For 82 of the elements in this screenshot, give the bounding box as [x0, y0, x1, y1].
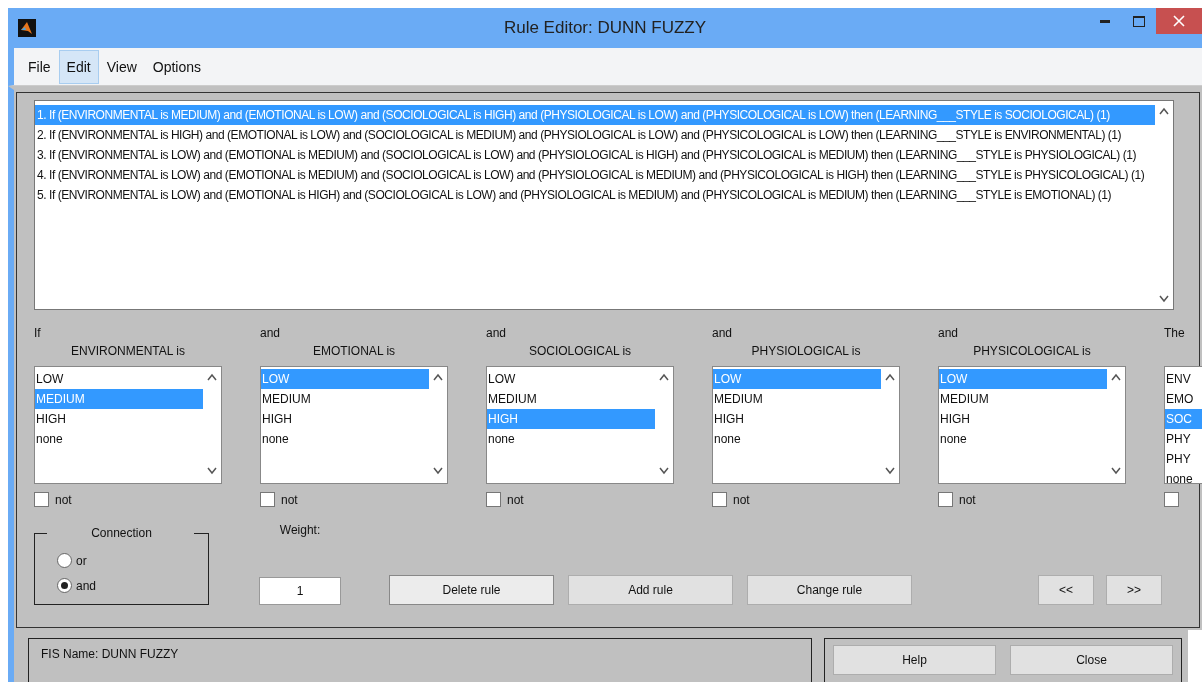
variable-label: ENVIRONMENTAL is — [71, 344, 185, 360]
connector-label: The — [1164, 326, 1186, 342]
scroll-up-icon[interactable] — [1159, 107, 1169, 115]
option-item[interactable]: ENV — [1165, 369, 1202, 389]
group-title: Connection — [91, 526, 152, 540]
radio-label: or — [76, 553, 87, 568]
checkbox-label: not — [281, 492, 298, 507]
scroll-down-icon[interactable] — [433, 467, 443, 475]
weight-label: Weight: — [279, 523, 321, 537]
action-button[interactable]: Add rule — [568, 575, 733, 605]
scroll-up-icon[interactable] — [207, 373, 217, 381]
option-item[interactable]: LOW — [487, 369, 655, 389]
connector-label: and — [938, 326, 960, 342]
action-button[interactable]: Delete rule — [389, 575, 554, 605]
option-item[interactable]: none — [35, 429, 203, 449]
option-item[interactable]: MEDIUM — [939, 389, 1107, 409]
close-icon — [1173, 15, 1185, 27]
connector-label: and — [260, 326, 282, 342]
checkbox-label: not — [507, 492, 524, 507]
scroll-up-icon[interactable] — [1111, 373, 1121, 381]
checkbox-label: not — [959, 492, 976, 507]
weight-field[interactable]: 1 — [259, 577, 341, 605]
status-text: FIS Name: DUNN FUZZY — [41, 647, 179, 661]
scroll-down-icon[interactable] — [1111, 467, 1121, 475]
not-checkbox[interactable] — [1164, 492, 1179, 507]
option-item[interactable]: HIGH — [261, 409, 429, 429]
radio-button[interactable] — [57, 578, 72, 593]
variable-label: SOCIOLOGICAL is — [528, 344, 632, 360]
variable-label: PHYSIOLOGICAL is — [751, 344, 861, 360]
rule-item[interactable]: 3. If (ENVIRONMENTAL is LOW) and (EMOTIONAL is MEDIUM) and (SOCIOLOGICAL is LOW) and (PHYSIOLOGICAL is HIGH) and (PHYSICOLOGICAL is MEDIUM) then (LEARNING___STYLE is PHYSIOLOGICAL) (1) — [35, 145, 1155, 165]
option-item[interactable]: LOW — [35, 369, 203, 389]
scroll-down-icon[interactable] — [1159, 295, 1169, 303]
option-item[interactable]: none — [487, 429, 655, 449]
variable-label: EMOTIONAL is — [312, 344, 396, 360]
option-item[interactable]: MEDIUM — [487, 389, 655, 409]
nav-button[interactable]: >> — [1106, 575, 1162, 605]
option-item[interactable]: HIGH — [35, 409, 203, 429]
menu-item[interactable]: File — [20, 49, 59, 84]
option-item[interactable]: MEDIUM — [261, 389, 429, 409]
radio-button[interactable] — [57, 553, 72, 568]
variable-label: PHYSICOLOGICAL is — [973, 344, 1091, 360]
scroll-down-icon[interactable] — [659, 467, 669, 475]
not-checkbox[interactable] — [938, 492, 953, 507]
nav-button[interactable]: << — [1038, 575, 1094, 605]
maximize-icon — [1133, 15, 1145, 27]
connector-label: If — [34, 326, 42, 342]
option-item[interactable]: HIGH — [713, 409, 881, 429]
option-item[interactable]: PHY — [1165, 449, 1202, 469]
rule-item[interactable]: 4. If (ENVIRONMENTAL is LOW) and (EMOTIONAL is MEDIUM) and (SOCIOLOGICAL is LOW) and (PHYSIOLOGICAL is MEDIUM) and (PHYSICOLOGICAL is HIGH) then (LEARNING___STYLE is PHYSICOLOGICAL) (1) — [35, 165, 1155, 185]
checkbox-label: not — [733, 492, 750, 507]
scroll-up-icon[interactable] — [659, 373, 669, 381]
menu-item[interactable]: View — [98, 49, 145, 84]
option-item[interactable]: none — [939, 429, 1107, 449]
option-item[interactable]: EMO — [1165, 389, 1202, 409]
connector-label: and — [712, 326, 734, 342]
not-checkbox[interactable] — [260, 492, 275, 507]
radio-label: and — [76, 578, 97, 593]
option-item[interactable]: none — [1165, 469, 1202, 489]
not-checkbox[interactable] — [486, 492, 501, 507]
menu-item[interactable]: Options — [144, 49, 210, 84]
not-checkbox[interactable] — [712, 492, 727, 507]
menu-item[interactable]: Edit — [58, 49, 99, 84]
option-item[interactable]: none — [713, 429, 881, 449]
footer-button[interactable]: Help — [833, 645, 996, 675]
not-checkbox[interactable] — [34, 492, 49, 507]
scroll-up-icon[interactable] — [433, 373, 443, 381]
option-item[interactable]: HIGH — [939, 409, 1107, 429]
connector-label: and — [486, 326, 508, 342]
option-item[interactable]: PHY — [1165, 429, 1202, 449]
window-title: Rule Editor: DUNN FUZZY — [503, 18, 707, 38]
scroll-down-icon[interactable] — [207, 467, 217, 475]
scroll-down-icon[interactable] — [885, 467, 895, 475]
scroll-up-icon[interactable] — [885, 373, 895, 381]
footer-button[interactable]: Close — [1010, 645, 1173, 675]
rule-item[interactable]: 5. If (ENVIRONMENTAL is LOW) and (EMOTIONAL is HIGH) and (SOCIOLOGICAL is LOW) and (PHYSIOLOGICAL is MEDIUM) and (PHYSICOLOGICAL is MEDIUM) then (LEARNING___STYLE is EMOTIONAL) (1) — [35, 185, 1155, 205]
option-item[interactable]: none — [261, 429, 429, 449]
option-item[interactable]: MEDIUM — [713, 389, 881, 409]
checkbox-label: not — [55, 492, 72, 507]
action-button[interactable]: Change rule — [747, 575, 912, 605]
app-logo-icon — [18, 19, 36, 37]
rule-item[interactable]: 2. If (ENVIRONMENTAL is HIGH) and (EMOTIONAL is LOW) and (SOCIOLOGICAL is MEDIUM) and (PHYSIOLOGICAL is LOW) and (PHYSICOLOGICAL is LOW) then (LEARNING___STYLE is ENVIRONMENTAL) (1) — [35, 125, 1155, 145]
minimize-icon — [1100, 19, 1110, 23]
